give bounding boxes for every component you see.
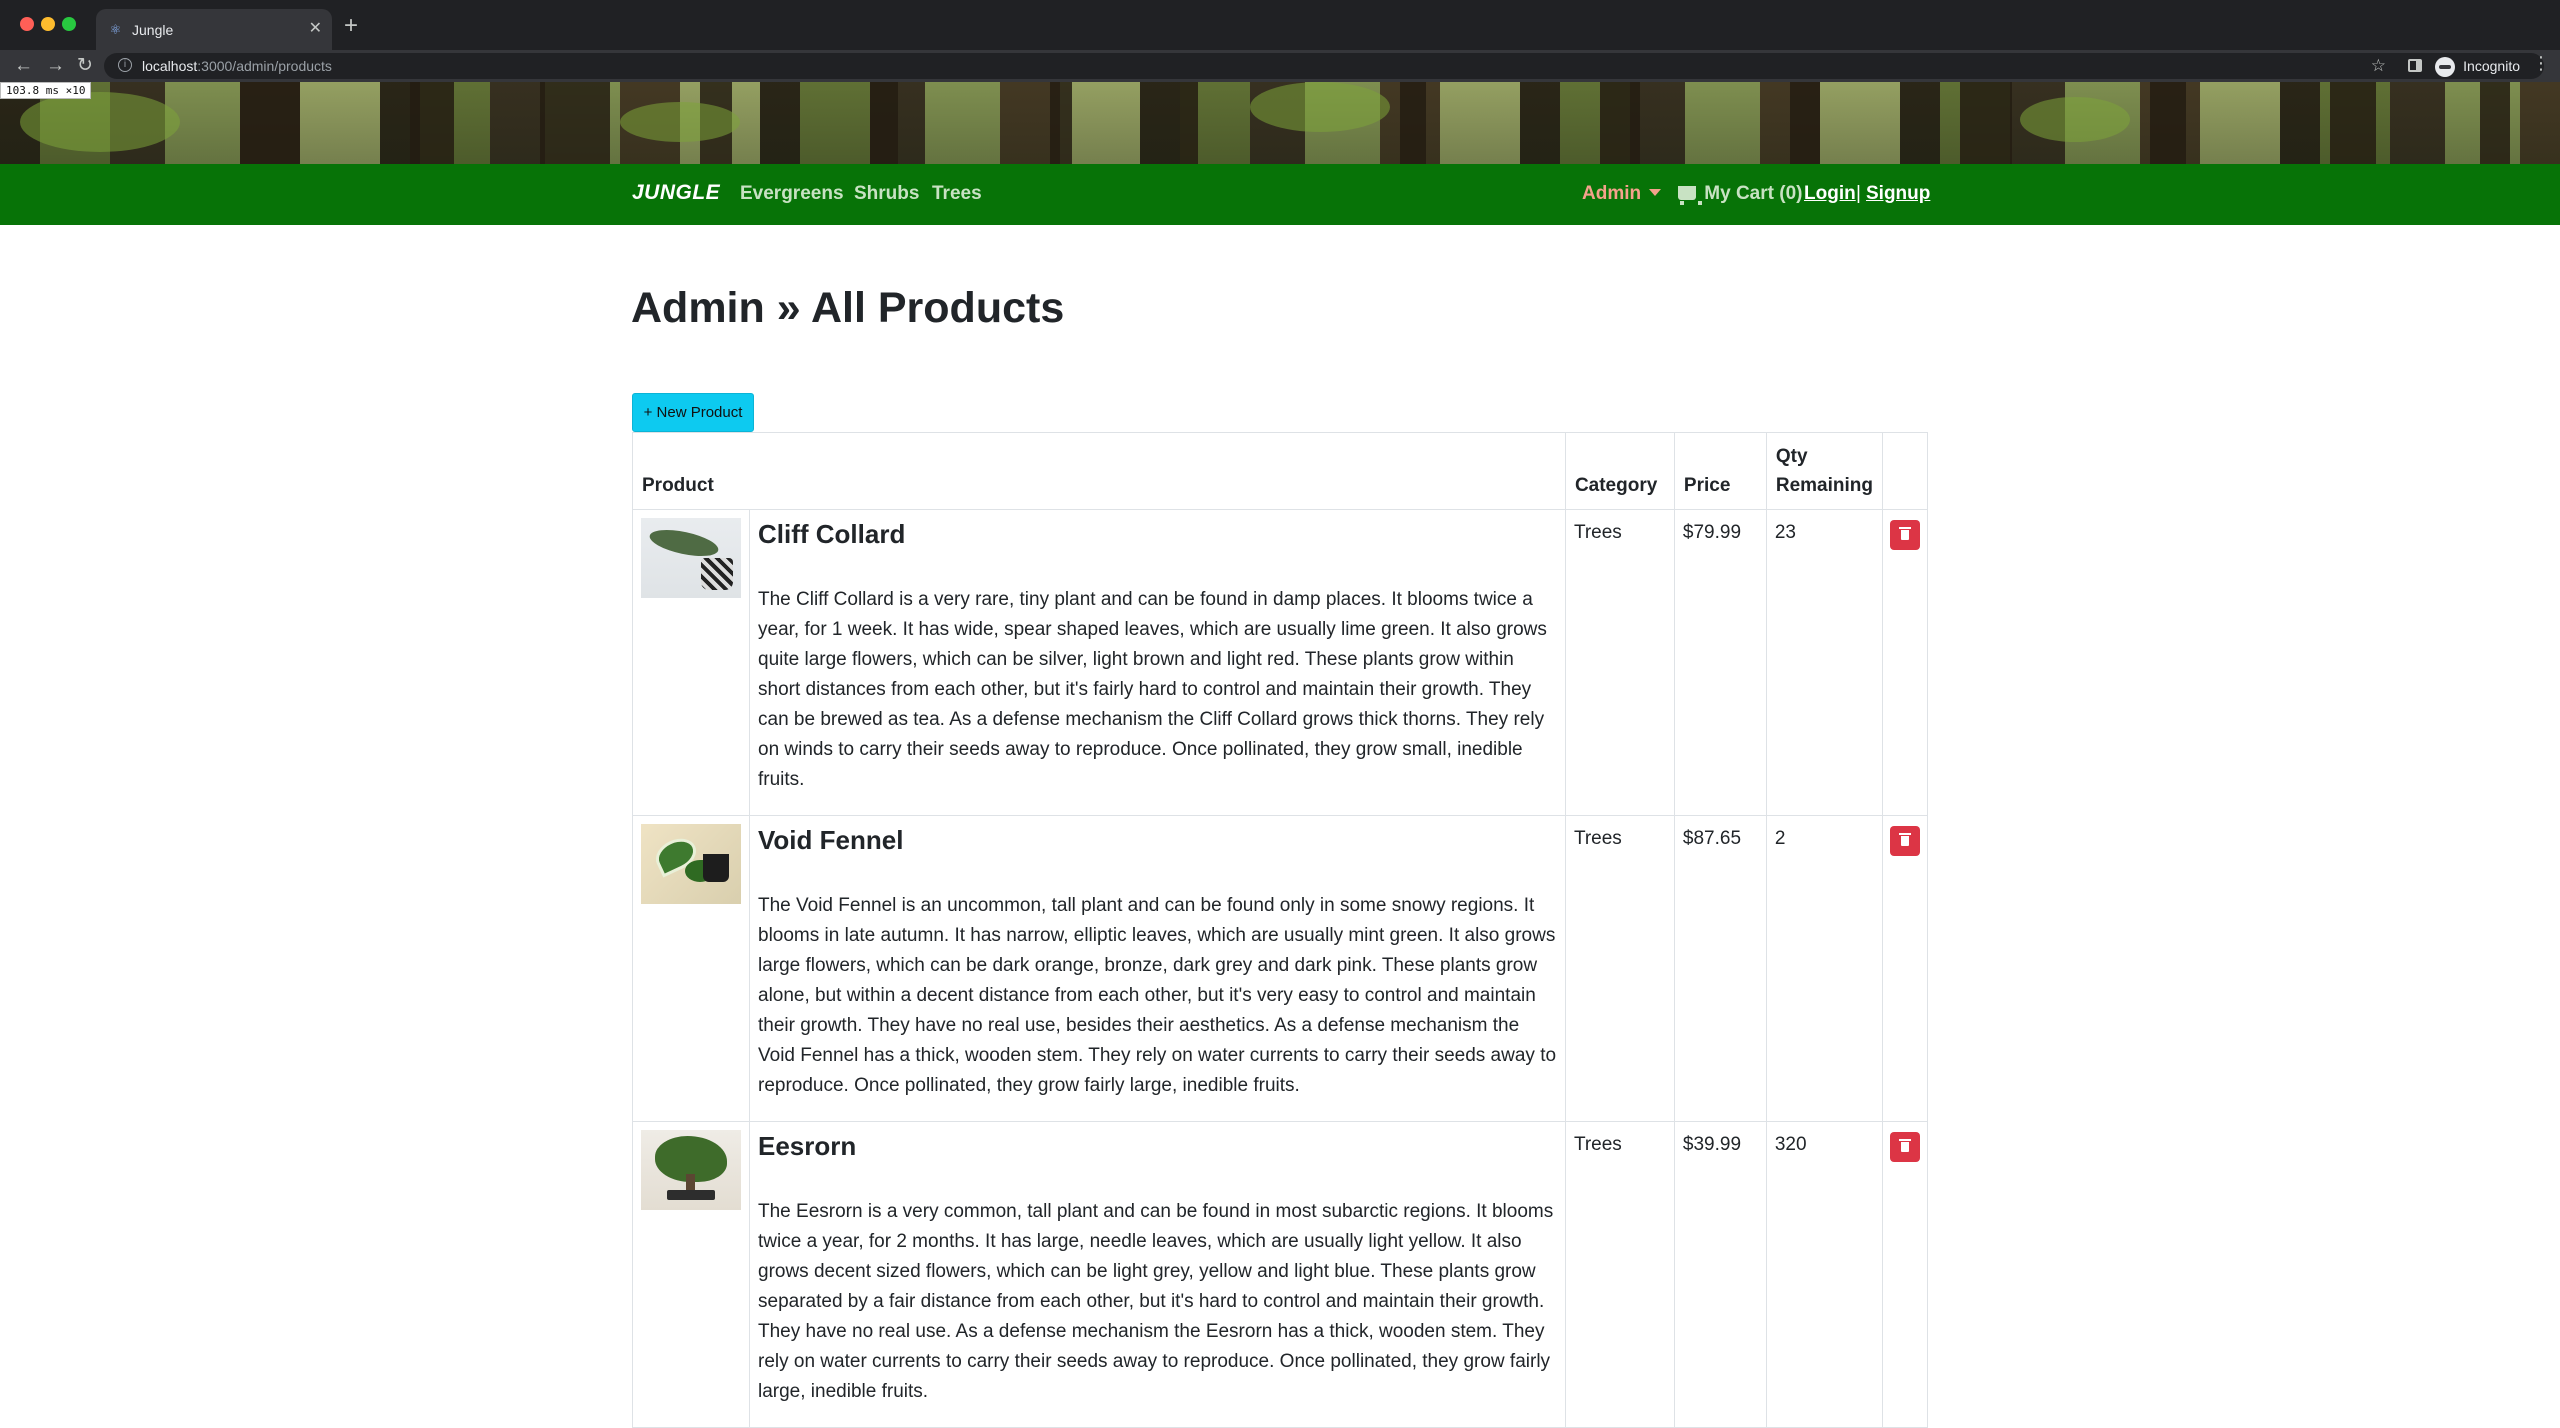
nav-separator: | xyxy=(1856,183,1861,204)
browser-toolbar: ← → ↻ i localhost:3000/admin/products ☆ … xyxy=(0,50,2560,82)
product-info-cell: Eesrorn The Eesrorn is a very common, ta… xyxy=(749,1121,1566,1428)
window-zoom-button[interactable] xyxy=(62,17,76,31)
product-name: Cliff Collard xyxy=(758,519,906,549)
url-text[interactable]: localhost:3000/admin/products xyxy=(142,57,332,75)
admin-dropdown[interactable]: Admin xyxy=(1582,182,1662,206)
product-description: The Eesrorn is a very common, tall plant… xyxy=(758,1201,1554,1402)
actions-cell xyxy=(1881,509,1929,816)
shopping-cart-icon xyxy=(1678,186,1702,205)
window-close-button[interactable] xyxy=(20,17,34,31)
browser-tab[interactable]: ⚛ Jungle ✕ xyxy=(96,9,332,50)
product-thumb-cell xyxy=(632,509,750,816)
product-category: Trees xyxy=(1564,815,1675,1122)
side-panel-icon[interactable] xyxy=(2408,59,2422,72)
product-image xyxy=(641,1130,741,1210)
forest-banner xyxy=(0,82,2560,164)
nav-link-shrubs[interactable]: Shrubs xyxy=(854,182,919,206)
actions-cell xyxy=(1881,815,1929,1122)
new-product-button[interactable]: + New Product xyxy=(632,393,754,432)
caret-down-icon xyxy=(1649,189,1662,196)
products-table: Product Category Price Qty Remaining Cli… xyxy=(632,432,1929,1428)
nav-link-trees[interactable]: Trees xyxy=(932,182,982,206)
table-header-row: Product Category Price Qty Remaining xyxy=(632,432,1929,510)
new-tab-icon[interactable]: + xyxy=(344,13,358,39)
delete-button[interactable] xyxy=(1889,1132,1920,1162)
actions-cell xyxy=(1881,1121,1929,1428)
table-row: Eesrorn The Eesrorn is a very common, ta… xyxy=(632,1121,1929,1428)
window-minimize-button[interactable] xyxy=(41,17,55,31)
signup-link[interactable]: Signup xyxy=(1866,182,1930,206)
forward-arrow-icon[interactable]: → xyxy=(46,54,65,78)
cart-link[interactable]: My Cart (0) xyxy=(1678,182,1802,206)
login-link[interactable]: Login xyxy=(1804,182,1856,206)
trash-icon xyxy=(1898,1139,1911,1141)
product-qty: 23 xyxy=(1765,509,1883,816)
header-qty: Qty Remaining xyxy=(1765,432,1883,510)
perf-overlay: 103.8 ms ×10 xyxy=(0,82,92,99)
nav-link-evergreens[interactable]: Evergreens xyxy=(740,182,844,206)
delete-button[interactable] xyxy=(1889,520,1920,550)
product-description: The Void Fennel is an uncommon, tall pla… xyxy=(758,895,1557,1096)
product-thumb-cell xyxy=(632,1121,750,1428)
product-name: Void Fennel xyxy=(758,825,904,855)
brand-logo[interactable]: JUNGLE xyxy=(632,181,720,205)
url-host: localhost xyxy=(142,58,198,74)
back-arrow-icon[interactable]: ← xyxy=(14,54,33,78)
product-price: $87.65 xyxy=(1673,815,1767,1122)
react-icon: ⚛ xyxy=(109,22,122,37)
incognito-icon xyxy=(2435,57,2456,78)
product-image xyxy=(641,518,741,598)
incognito-badge[interactable]: Incognito xyxy=(2435,55,2520,78)
product-description: The Cliff Collard is a very rare, tiny p… xyxy=(758,589,1547,790)
product-category: Trees xyxy=(1564,1121,1675,1428)
tab-title: Jungle xyxy=(132,22,174,38)
delete-button[interactable] xyxy=(1889,826,1920,856)
trash-icon xyxy=(1898,527,1911,529)
product-name: Eesrorn xyxy=(758,1131,857,1161)
address-bar[interactable]: i localhost:3000/admin/products ☆ Incogn… xyxy=(104,53,2544,79)
table-row: Cliff Collard The Cliff Collard is a ver… xyxy=(632,509,1929,816)
table-row: Void Fennel The Void Fennel is an uncomm… xyxy=(632,815,1929,1122)
site-info-icon[interactable]: i xyxy=(118,58,132,72)
tab-close-icon[interactable]: ✕ xyxy=(309,19,322,39)
product-price: $79.99 xyxy=(1673,509,1767,816)
product-thumb-cell xyxy=(632,815,750,1122)
product-info-cell: Void Fennel The Void Fennel is an uncomm… xyxy=(749,815,1566,1122)
cart-label: My Cart (0) xyxy=(1704,183,1803,204)
incognito-label: Incognito xyxy=(2463,58,2520,74)
header-category: Category xyxy=(1564,432,1675,510)
product-category: Trees xyxy=(1564,509,1675,816)
trash-icon xyxy=(1898,833,1911,835)
header-price: Price xyxy=(1673,432,1767,510)
browser-tab-strip: ⚛ Jungle ✕ + xyxy=(0,0,2560,50)
product-image xyxy=(641,824,741,904)
browser-menu-icon[interactable]: ⋮ xyxy=(2532,52,2550,74)
product-price: $39.99 xyxy=(1673,1121,1767,1428)
url-path: :3000/admin/products xyxy=(197,58,332,74)
product-info-cell: Cliff Collard The Cliff Collard is a ver… xyxy=(749,509,1566,816)
header-product: Product xyxy=(632,432,1566,510)
reload-icon[interactable]: ↻ xyxy=(77,54,93,78)
admin-label: Admin xyxy=(1582,183,1642,204)
header-actions xyxy=(1881,432,1929,510)
page-title: Admin » All Products xyxy=(631,284,1065,332)
bookmark-star-icon[interactable]: ☆ xyxy=(2371,55,2386,77)
product-qty: 320 xyxy=(1765,1121,1883,1428)
product-qty: 2 xyxy=(1765,815,1883,1122)
site-navbar: JUNGLE Evergreens Shrubs Trees Admin My … xyxy=(0,164,2560,225)
